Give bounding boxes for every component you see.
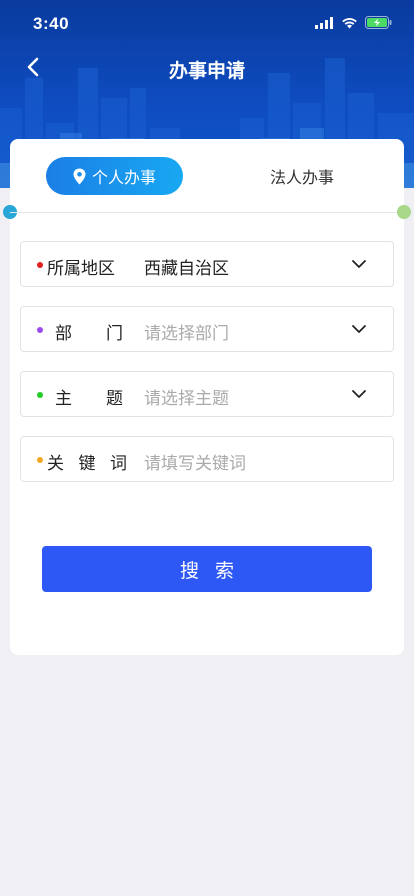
topic-label-char: 题	[106, 389, 123, 409]
topic-select[interactable]: 主 题 请选择主题	[20, 371, 394, 417]
keyword-input[interactable]: 关 键 词 请填写关键词	[20, 436, 394, 482]
chevron-down-icon	[352, 325, 366, 333]
location-pin-icon	[73, 168, 86, 184]
search-form-card: 个人办事 法人办事 所属地区 西藏自治区 部 门 请选择部门 主 题 请选择主题…	[3, 139, 411, 655]
field-dot	[37, 327, 43, 333]
tab-personal-label: 个人办事	[91, 168, 156, 187]
status-time: 3:40	[33, 14, 70, 33]
keyword-label-char: 键	[78, 454, 96, 474]
tab-legal-entity[interactable]: 法人办事	[230, 157, 374, 195]
chevron-down-icon	[352, 260, 366, 268]
region-value: 西藏自治区	[144, 259, 229, 279]
keyword-label-char: 词	[110, 454, 127, 474]
topic-label-char: 主	[55, 389, 72, 409]
battery-charging-icon	[365, 16, 392, 29]
tab-personal[interactable]: 个人办事	[46, 157, 183, 195]
tab-bar: 个人办事 法人办事	[10, 157, 404, 197]
required-dot	[37, 262, 43, 268]
keyword-label-char: 关	[47, 454, 64, 474]
keyword-label: 关 键 词	[47, 449, 131, 474]
divider	[10, 212, 404, 213]
region-select[interactable]: 所属地区 西藏自治区	[20, 241, 394, 287]
region-label: 所属地区	[47, 259, 115, 279]
department-select[interactable]: 部 门 请选择部门	[20, 306, 394, 352]
page-title: 办事申请	[168, 60, 245, 82]
topic-placeholder: 请选择主题	[144, 389, 229, 409]
chevron-down-icon	[352, 390, 366, 398]
keyword-placeholder: 请填写关键词	[144, 454, 246, 474]
field-dot	[37, 392, 43, 398]
decorative-dot-right	[397, 205, 411, 219]
search-button[interactable]: 搜索	[42, 546, 372, 592]
wifi-icon	[342, 17, 357, 28]
status-bar: 3:40	[0, 0, 414, 44]
department-label-char: 门	[106, 324, 123, 344]
department-label-char: 部	[55, 324, 72, 344]
topic-label: 主 题	[47, 384, 131, 409]
field-dot	[37, 457, 43, 463]
signal-icon	[315, 16, 333, 29]
status-icons	[315, 16, 392, 29]
department-label: 部 门	[47, 319, 131, 344]
tab-legal-entity-label: 法人办事	[269, 168, 334, 187]
department-placeholder: 请选择部门	[144, 324, 229, 344]
